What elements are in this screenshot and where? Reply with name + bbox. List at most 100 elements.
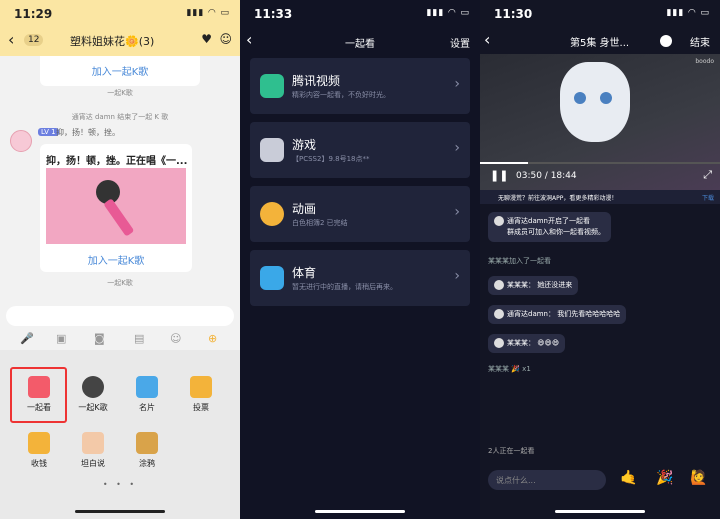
chat-header: ‹ 12 塑料姐妹花🌼(3) ♥ ☺ (0, 26, 240, 56)
avatar (494, 216, 504, 226)
back-icon[interactable]: ‹ (8, 30, 14, 49)
video-time: 03:50 / 18:44 (516, 171, 577, 181)
chat-input[interactable]: 说点什么... (488, 470, 606, 490)
video-player[interactable]: boodo ❚❚ 03:50 / 18:44 ⤢ (480, 54, 720, 190)
chat-message: 某某某： 她还没进来 (488, 276, 579, 295)
chevron-right-icon: › (454, 76, 460, 92)
ktv-card-top[interactable]: 加入一起K歌 (40, 56, 200, 86)
swords-icon (260, 138, 284, 162)
card-button[interactable]: 名片 (122, 376, 172, 413)
avatar (494, 309, 504, 319)
status-bar: 11:33 ▮▮▮ ◠ ▭ (240, 0, 480, 26)
home-indicator (315, 510, 405, 513)
watch-together-button[interactable]: 一起看 (14, 376, 64, 413)
ad-banner[interactable]: 无聊漫荒？前往波洞APP，看更多精彩动漫！ 下载 (480, 190, 720, 204)
camera-icon[interactable]: ◙ (94, 332, 105, 345)
image-icon[interactable]: ▣ (56, 332, 66, 345)
avatar (494, 338, 504, 348)
status-time: 11:33 (254, 7, 293, 21)
microphone-image (46, 168, 186, 244)
grid-label: 收钱 (31, 459, 47, 468)
nav-bar: ‹ 第5集 身世... 结束 (480, 26, 720, 54)
emoji-button[interactable]: 🎉 (656, 470, 673, 486)
brush-icon (136, 432, 158, 454)
ktv-card[interactable]: 抑，扬！顿，挫。正在唱《一... 加入一起K歌 (40, 144, 192, 272)
msg-text: 通宵达damn开启了一起看 (507, 217, 590, 225)
status-time: 11:30 (494, 7, 533, 21)
doodle-button[interactable]: 涂鸦 (122, 432, 172, 469)
row-subtitle: 白色相簿2 已完结 (292, 219, 348, 227)
chevron-right-icon: › (454, 268, 460, 284)
status-icons: ▮▮▮ ◠ ▭ (186, 8, 230, 18)
runner-icon (260, 266, 284, 290)
watch-together-icon (28, 376, 50, 398)
group-icon[interactable]: ♥ (201, 32, 212, 46)
input-toolbar: 🎤 ▣ ◙ ▤ ☺ ⊕ (0, 332, 240, 350)
emoji-icon[interactable]: ☺ (170, 332, 181, 345)
row-games[interactable]: 游戏 【PCSS2】9.8号18点** › (250, 122, 470, 178)
confession-button[interactable]: 坦白说 (68, 432, 118, 469)
grid-label: 坦白说 (81, 459, 105, 468)
row-anime[interactable]: 动画 白色相簿2 已完结 › (250, 186, 470, 242)
progress-bar[interactable] (480, 162, 720, 164)
msg-text: 某某某： 😄😄😄 (507, 339, 560, 347)
sender-name: 抑，扬！顿，挫。 (56, 128, 120, 137)
gift-count: x1 (522, 365, 531, 373)
gift-icon[interactable]: ▤ (134, 332, 144, 345)
ktv-button[interactable]: 一起K歌 (68, 376, 118, 413)
contact-card-icon (136, 376, 158, 398)
grid-label: 一起K歌 (78, 403, 108, 412)
collect-money-button[interactable]: 收钱 (14, 432, 64, 469)
row-subtitle: 精彩内容一起看，不负好时光。 (292, 91, 390, 99)
emoji-button[interactable]: 🙋 (690, 470, 707, 486)
phone-chat: 11:29 ▮▮▮ ◠ ▭ ‹ 12 塑料姐妹花🌼(3) ♥ ☺ 加入一起K歌 … (0, 0, 240, 519)
msg-text: 群成员可加入和你一起看视频。 (507, 228, 605, 236)
join-ktv-link[interactable]: 加入一起K歌 (40, 63, 200, 78)
watermark: boodo (695, 58, 714, 65)
msg-text: 通宵达damn： 我们先看哈哈哈哈哈 (507, 310, 621, 318)
join-notice: 某某某加入了一起看 (488, 257, 551, 265)
phone-watch-menu: 11:33 ▮▮▮ ◠ ▭ ‹ 一起看 设置 腾讯视频 精彩内容一起看，不负好时… (240, 0, 480, 519)
status-icons: ▮▮▮ ◠ ▭ (666, 8, 710, 18)
episode-title: 第5集 身世... (570, 38, 630, 49)
pause-icon[interactable]: ❚❚ (490, 169, 508, 182)
row-title: 游戏 (292, 138, 317, 152)
phone-watching: 11:30 ▮▮▮ ◠ ▭ ‹ 第5集 身世... 结束 boodo ❚❚ 03… (480, 0, 720, 519)
mic-icon[interactable]: 🎤 (20, 332, 34, 345)
row-title: 动画 (292, 202, 317, 216)
settings-button[interactable]: 设置 (450, 35, 470, 50)
chat-bubble-icon[interactable] (660, 35, 672, 47)
row-sports[interactable]: 体育 暂无进行中的直播，请稍后再来。 › (250, 250, 470, 306)
members-icon[interactable]: ☺ (219, 32, 232, 46)
fullscreen-icon[interactable]: ⤢ (703, 168, 712, 182)
chat-title: 塑料姐妹花🌼(3) (70, 35, 155, 48)
nav-bar: ‹ 一起看 设置 (240, 26, 480, 56)
plus-icon[interactable]: ⊕ (208, 332, 217, 345)
row-title: 腾讯视频 (292, 74, 341, 88)
join-ktv-link[interactable]: 加入一起K歌 (40, 252, 192, 267)
row-subtitle: 暂无进行中的直播，请稍后再来。 (292, 283, 397, 291)
message-input[interactable] (6, 306, 234, 326)
watching-count: 2人正在一起看 (488, 447, 535, 455)
home-indicator (75, 510, 165, 513)
emoji-button[interactable]: 🤙 (620, 470, 637, 486)
back-icon[interactable]: ‹ (484, 30, 490, 49)
row-title: 体育 (292, 266, 317, 280)
sys-message: 通宵达 damn 结束了一起 K 歌 (71, 113, 169, 121)
row-tencent-video[interactable]: 腾讯视频 精彩内容一起看，不负好时光。 › (250, 58, 470, 114)
avatar[interactable] (10, 130, 32, 152)
ad-download-link[interactable]: 下载 (702, 193, 714, 202)
page-title: 一起看 (345, 39, 375, 50)
end-button[interactable]: 结束 (690, 34, 710, 49)
chevron-right-icon: › (454, 204, 460, 220)
progress-fill (480, 162, 528, 164)
row-subtitle: 【PCSS2】9.8号18点** (292, 155, 370, 163)
gift-sender: 某某某 (488, 365, 509, 373)
vote-button[interactable]: 投票 (176, 376, 226, 413)
system-message: 通宵达damn开启了一起看 群成员可加入和你一起看视频。 (488, 212, 611, 242)
wallet-icon (28, 432, 50, 454)
sys-label: 一起K歌 (107, 89, 133, 97)
avatar (494, 280, 504, 290)
cat-figure (560, 62, 630, 142)
grid-label: 一起看 (27, 403, 51, 412)
